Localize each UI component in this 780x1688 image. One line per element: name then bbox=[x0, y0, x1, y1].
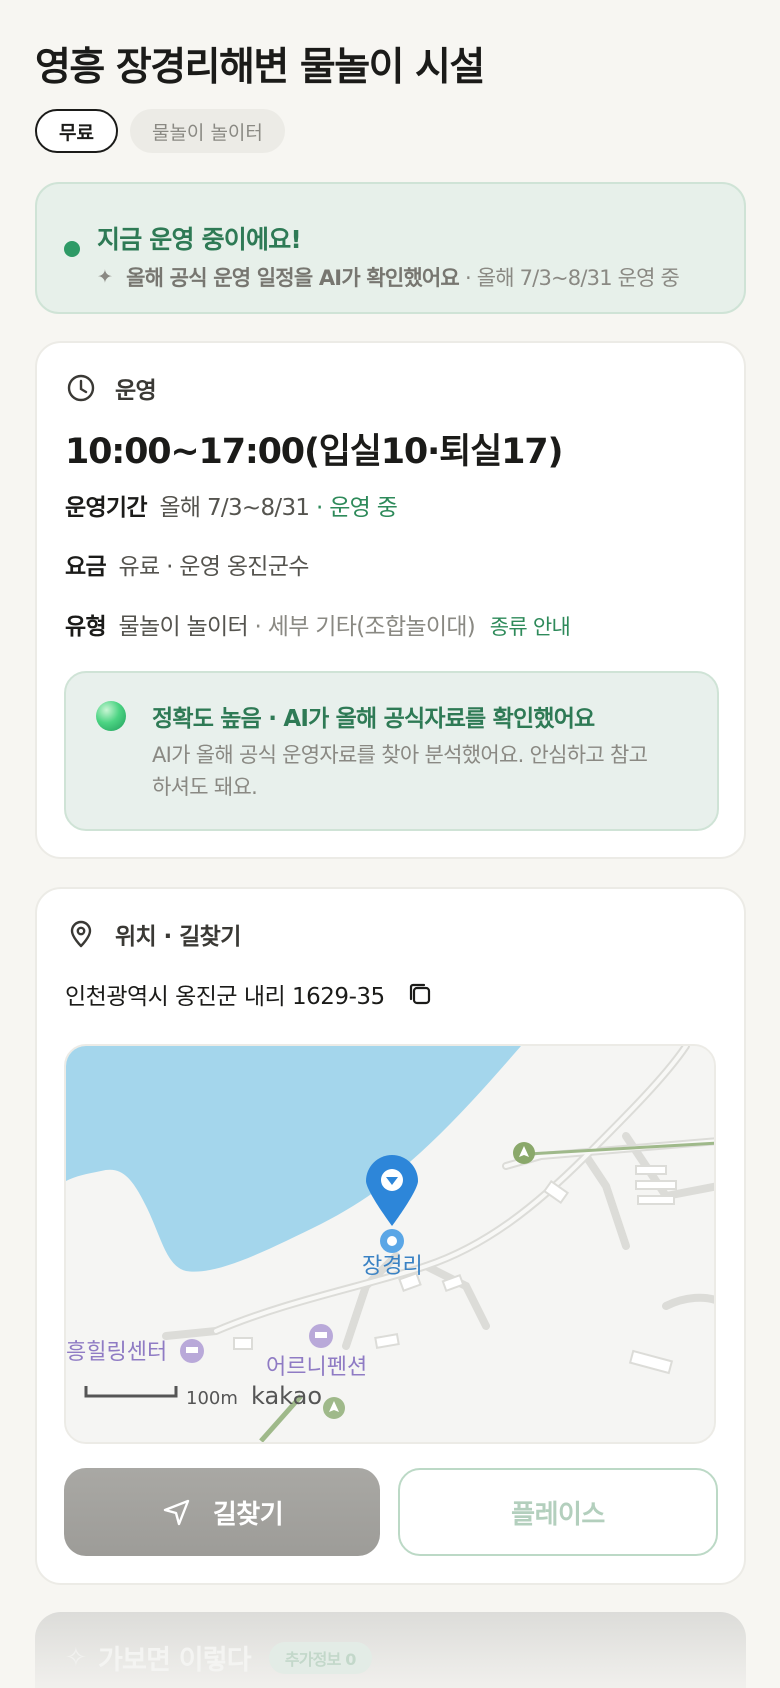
next-section-card: ✧ 가보면 이렇다 추가정보 0 bbox=[35, 1612, 746, 1688]
fee-key: 요금 bbox=[65, 554, 107, 580]
accuracy-box: 정확도 높음 · AI가 올해 공식자료를 확인했어요 AI가 올해 공식 운영… bbox=[64, 671, 719, 831]
address-text: 인천광역시 옹진군 내리 1629-35 bbox=[65, 984, 385, 1010]
map-provider-logo: kakao bbox=[251, 1382, 322, 1410]
marker-label: 장경리 bbox=[362, 1254, 423, 1279]
fee-row: 요금 유료 · 운영 옹진군수 bbox=[65, 547, 309, 581]
navigation-arrow-icon bbox=[163, 1499, 190, 1526]
fee-value: 유료 · 운영 옹진군수 bbox=[118, 554, 310, 580]
period-key: 운영기간 bbox=[65, 495, 148, 521]
clock-icon bbox=[67, 374, 95, 402]
operation-section-title: 운영 bbox=[115, 378, 157, 404]
type-value: 물놀이 놀이터 bbox=[118, 614, 249, 640]
period-row: 운영기간 올해 7/3~8/31 · 운영 중 bbox=[65, 488, 398, 522]
type-detail: · 세부 기타(조합놀이대) bbox=[254, 614, 476, 640]
operation-header: 운영 bbox=[65, 371, 157, 405]
map-canvas[interactable]: 흥힐링센터 어르니펜션 장경리 100m kakao bbox=[66, 1046, 716, 1444]
ai-orb-icon bbox=[96, 701, 126, 731]
status-period: · 올해 7/3~8/31 운영 중 bbox=[464, 266, 680, 290]
sparkle-icon: ✧ bbox=[65, 1642, 87, 1673]
map-view[interactable]: 흥힐링센터 어르니펜션 장경리 100m kakao bbox=[64, 1044, 716, 1444]
sparkle-icon: ✦ bbox=[97, 266, 113, 288]
status-subtitle: ✦ 올해 공식 운영 일정을 AI가 확인했어요 · 올해 7/3~8/31 운… bbox=[97, 262, 680, 292]
operating-hours: 10:00~17:00(입실10·퇴실17) bbox=[65, 432, 563, 472]
map-scale-label: 100m bbox=[186, 1388, 238, 1409]
location-card: 위치 · 길찾기 인천광역시 옹진군 내리 1629-35 흥힐링센터 어르니펜… bbox=[35, 887, 746, 1585]
next-section-header: ✧ 가보면 이렇다 추가정보 0 bbox=[65, 1638, 372, 1677]
operation-card: 운영 10:00~17:00(입실10·퇴실17) 운영기간 올해 7/3~8/… bbox=[35, 341, 746, 859]
map-pin-icon bbox=[70, 920, 92, 948]
type-guide-link[interactable]: 종류 안내 bbox=[490, 615, 571, 639]
page: 영흥 장경리해변 물놀이 시설 무료 물놀이 놀이터 지금 운영 중이에요! ✦… bbox=[0, 0, 780, 1688]
accuracy-title: 정확도 높음 · AI가 올해 공식자료를 확인했어요 bbox=[152, 706, 595, 732]
place-button[interactable]: 플레이스 bbox=[398, 1468, 718, 1556]
accuracy-description: AI가 올해 공식 운영자료를 찾아 분석했어요. 안심하고 참고하셔도 돼요. bbox=[152, 743, 648, 799]
status-title: 지금 운영 중이에요! bbox=[97, 225, 302, 254]
price-tag: 무료 bbox=[35, 109, 118, 153]
route-button-label: 길찾기 bbox=[212, 1499, 284, 1530]
next-section-title: 가보면 이렇다 bbox=[98, 1645, 252, 1676]
address-row: 인천광역시 옹진군 내리 1629-35 bbox=[65, 977, 435, 1011]
poi-2-label: 어르니펜션 bbox=[266, 1355, 367, 1380]
status-card: 지금 운영 중이에요! ✦ 올해 공식 운영 일정을 AI가 확인했어요 · 올… bbox=[35, 182, 746, 314]
type-row: 유형 물놀이 놀이터 · 세부 기타(조합놀이대) 종류 안내 bbox=[65, 607, 571, 641]
status-dot-icon bbox=[64, 241, 80, 257]
page-title: 영흥 장경리해변 물놀이 시설 bbox=[35, 45, 485, 90]
period-value: 올해 7/3~8/31 bbox=[159, 495, 310, 521]
status-ai-note: 올해 공식 운영 일정을 AI가 확인했어요 bbox=[126, 266, 460, 290]
tag-list: 무료 물놀이 놀이터 bbox=[35, 109, 285, 153]
poi-1-label: 흥힐링센터 bbox=[66, 1340, 167, 1365]
place-button-label: 플레이스 bbox=[511, 1499, 605, 1530]
route-button[interactable]: 길찾기 bbox=[64, 1468, 380, 1556]
type-key: 유형 bbox=[65, 614, 107, 640]
copy-icon[interactable] bbox=[405, 979, 435, 1009]
period-status: · 운영 중 bbox=[315, 495, 398, 521]
location-section-title: 위치 · 길찾기 bbox=[115, 924, 241, 950]
next-section-badge: 추가정보 0 bbox=[268, 1641, 372, 1674]
location-header: 위치 · 길찾기 bbox=[65, 917, 241, 951]
type-tag: 물놀이 놀이터 bbox=[129, 109, 285, 153]
